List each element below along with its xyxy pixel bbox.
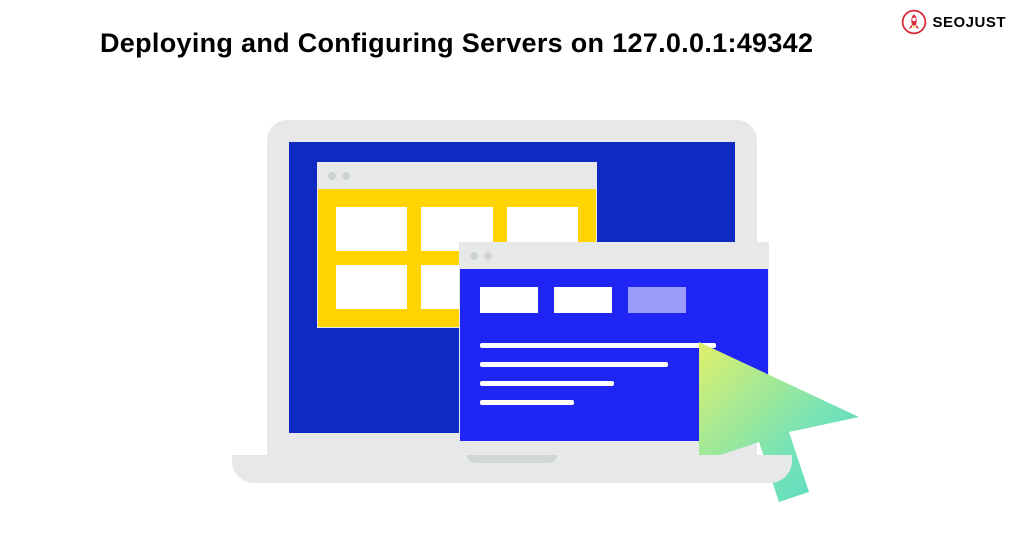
tab-item <box>554 287 612 313</box>
laptop-notch <box>467 455 557 463</box>
window-titlebar <box>460 243 768 269</box>
window-dot-icon <box>484 252 492 260</box>
text-lines <box>460 323 768 441</box>
text-line <box>480 343 716 348</box>
page-title: Deploying and Configuring Servers on 127… <box>100 28 813 59</box>
laptop-illustration <box>232 120 792 483</box>
grid-cell <box>336 207 407 251</box>
tab-item <box>480 287 538 313</box>
text-line <box>480 362 668 367</box>
rocket-icon <box>900 8 928 36</box>
text-line <box>480 400 574 405</box>
window-dot-icon <box>342 172 350 180</box>
laptop-screen <box>289 142 735 433</box>
brand-name: SEOJUST <box>932 14 1006 31</box>
foreground-window <box>459 242 769 442</box>
laptop-base <box>232 455 792 483</box>
window-dot-icon <box>328 172 336 180</box>
tab-item <box>628 287 686 313</box>
text-line <box>480 381 614 386</box>
window-dot-icon <box>470 252 478 260</box>
window-titlebar <box>318 163 596 189</box>
grid-cell <box>336 265 407 309</box>
tabs-row <box>460 269 768 323</box>
brand-logo: SEOJUST <box>900 8 1006 36</box>
laptop-body <box>267 120 757 455</box>
